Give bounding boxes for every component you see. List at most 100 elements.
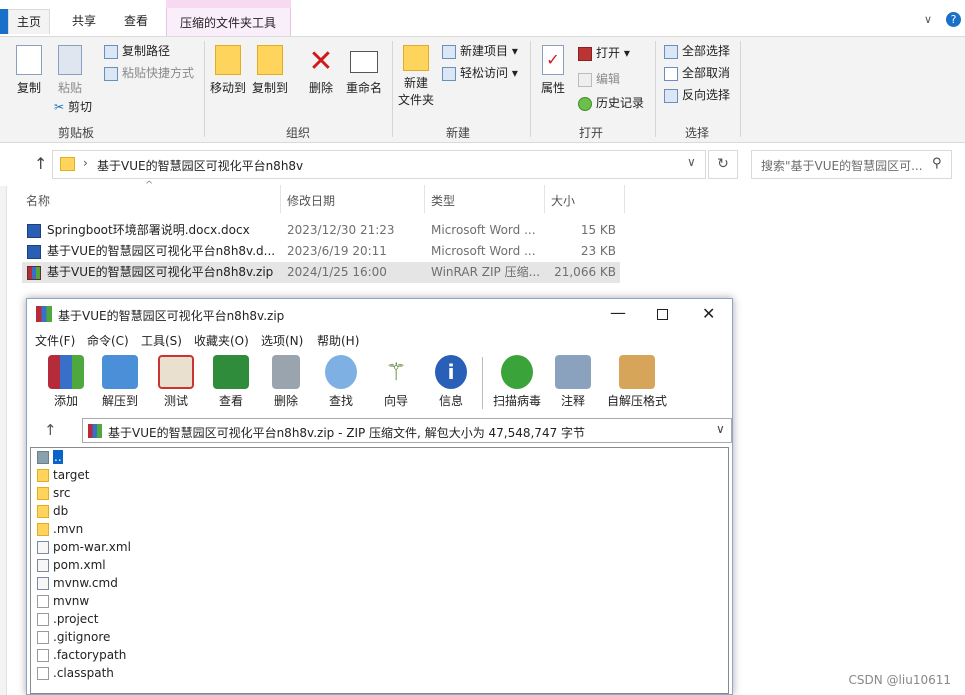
add-button[interactable]: 添加 — [41, 355, 91, 409]
list-item[interactable]: db — [37, 502, 68, 520]
copy-icon — [16, 45, 42, 75]
cut-button[interactable]: ✂ 剪切 — [54, 97, 92, 117]
easy-access-button[interactable]: 轻松访问 ▾ — [442, 63, 518, 83]
menu-help[interactable]: 帮助(H) — [317, 332, 359, 349]
folder-icon — [60, 157, 75, 171]
rar-path-dropdown-icon[interactable]: ∨ — [716, 422, 725, 436]
list-item[interactable]: target — [37, 466, 90, 484]
column-divider[interactable] — [280, 185, 281, 213]
rar-up-icon[interactable]: ↑ — [44, 421, 57, 439]
move-to-button[interactable]: 移动到 — [208, 45, 248, 96]
tab-share[interactable]: 共享 — [64, 9, 104, 34]
column-modified[interactable]: 修改日期 — [287, 192, 335, 209]
column-divider[interactable] — [544, 185, 545, 213]
open-group-label: 打开 — [579, 126, 604, 140]
magnifier-icon — [325, 355, 357, 389]
navigation-pane[interactable] — [0, 186, 7, 695]
winrar-title-bar: 基于VUE的智慧园区可视化平台n8h8v.zip — ✕ — [27, 299, 732, 329]
copy-to-icon — [257, 45, 283, 75]
paste-shortcut-button[interactable]: 粘贴快捷方式 — [104, 63, 194, 83]
list-item[interactable]: .classpath — [37, 664, 114, 682]
list-item[interactable]: src — [37, 484, 71, 502]
test-clipboard-icon — [158, 355, 194, 389]
history-button[interactable]: 历史记录 — [578, 93, 644, 113]
list-item[interactable]: .. — [37, 448, 63, 466]
maximize-button[interactable] — [657, 309, 668, 320]
extract-to-button[interactable]: 解压到 — [95, 355, 145, 409]
scissors-icon: ✂ — [54, 100, 65, 114]
find-button[interactable]: 查找 — [316, 355, 366, 409]
view-button[interactable]: 查看 — [206, 355, 256, 409]
wizard-button[interactable]: ⚚ 向导 — [371, 355, 421, 409]
copy-path-button[interactable]: 复制路径 — [104, 41, 170, 61]
tab-view[interactable]: 查看 — [116, 9, 156, 34]
select-none-button[interactable]: 全部取消 — [664, 63, 730, 83]
invert-selection-button[interactable]: 反向选择 — [664, 85, 730, 105]
invert-selection-icon — [664, 88, 678, 103]
rar-file-list[interactable]: .. target src db .mvn pom-war.xml pom.xm… — [30, 447, 729, 694]
paste-button[interactable]: 粘贴 — [52, 45, 88, 96]
address-dropdown-icon[interactable]: ∨ — [687, 155, 696, 169]
test-button[interactable]: 测试 — [151, 355, 201, 409]
file-tab-edge[interactable] — [0, 9, 8, 34]
trash-icon — [272, 355, 300, 389]
info-button[interactable]: i 信息 — [426, 355, 476, 409]
tab-compressed-folder-tools[interactable]: 压缩的文件夹工具 — [166, 8, 291, 36]
list-item[interactable]: pom-war.xml — [37, 538, 131, 556]
list-item[interactable]: .project — [37, 610, 98, 628]
new-group-label: 新建 — [446, 126, 471, 140]
copy-to-button[interactable]: 复制到 — [250, 45, 290, 96]
delete-button-rar[interactable]: 删除 — [261, 355, 311, 409]
menu-options[interactable]: 选项(N) — [261, 332, 303, 349]
tab-home[interactable]: 主页 — [8, 9, 51, 34]
file-row[interactable]: Springboot环境部署说明.docx.docx 2023/12/30 21… — [22, 220, 620, 241]
column-divider[interactable] — [424, 185, 425, 213]
edit-button[interactable]: 编辑 — [578, 69, 620, 89]
column-divider[interactable] — [624, 185, 625, 213]
column-name[interactable]: 名称 — [26, 192, 50, 209]
folder-icon — [37, 523, 49, 536]
close-button[interactable]: ✕ — [702, 304, 715, 323]
file-icon — [37, 595, 49, 608]
menu-commands[interactable]: 命令(C) — [87, 332, 129, 349]
sfx-button[interactable]: 自解压格式 — [601, 355, 673, 409]
search-icon[interactable]: ⚲ — [932, 156, 942, 171]
xml-file-icon — [37, 541, 49, 554]
list-item[interactable]: .mvn — [37, 520, 83, 538]
properties-button[interactable]: ✓ 属性 — [536, 45, 570, 96]
rename-button[interactable]: 重命名 — [344, 45, 384, 96]
ribbon-collapse-icon[interactable]: ∨ — [924, 13, 932, 26]
menu-file[interactable]: 文件(F) — [35, 332, 75, 349]
list-item[interactable]: .gitignore — [37, 628, 110, 646]
select-all-button[interactable]: 全部选择 — [664, 41, 730, 61]
edit-icon — [578, 72, 592, 87]
minimize-button[interactable]: — — [610, 303, 626, 322]
refresh-button[interactable]: ↻ — [708, 150, 738, 179]
menu-favorites[interactable]: 收藏夹(O) — [194, 332, 249, 349]
file-row-selected[interactable]: 基于VUE的智慧园区可视化平台n8h8v.zip 2024/1/25 16:00… — [22, 262, 620, 283]
help-icon[interactable]: ? — [946, 12, 961, 27]
up-arrow-icon[interactable]: ↑ — [34, 154, 47, 173]
new-item-button[interactable]: 新建项目 ▾ — [442, 41, 518, 61]
ribbon-divider — [204, 41, 205, 137]
column-type[interactable]: 类型 — [431, 192, 455, 209]
address-bar[interactable]: › 基于VUE的智慧园区可视化平台n8h8v ∨ — [52, 150, 706, 179]
list-item[interactable]: pom.xml — [37, 556, 106, 574]
new-folder-button[interactable]: 新建 文件夹 — [396, 45, 436, 109]
delete-button[interactable]: ✕ 删除 — [304, 45, 338, 96]
file-row[interactable]: 基于VUE的智慧园区可视化平台n8h8v.d... 2023/6/19 20:1… — [22, 241, 620, 262]
search-input[interactable]: 搜索"基于VUE的智慧园区可... ⚲ — [751, 150, 952, 179]
column-size[interactable]: 大小 — [551, 192, 575, 209]
list-item[interactable]: mvnw.cmd — [37, 574, 118, 592]
comment-button[interactable]: 注释 — [548, 355, 598, 409]
open-button[interactable]: 打开 ▾ — [578, 43, 630, 63]
history-icon — [578, 96, 592, 111]
copy-button[interactable]: 复制 — [12, 45, 46, 96]
folder-icon — [37, 505, 49, 518]
list-item[interactable]: mvnw — [37, 592, 89, 610]
virus-scan-button[interactable]: 扫描病毒 — [489, 355, 545, 409]
menu-tools[interactable]: 工具(S) — [141, 332, 182, 349]
list-item[interactable]: .factorypath — [37, 646, 126, 664]
winrar-title: 基于VUE的智慧园区可视化平台n8h8v.zip — [58, 309, 285, 323]
rar-path-bar[interactable]: 基于VUE的智慧园区可视化平台n8h8v.zip - ZIP 压缩文件, 解包大… — [82, 418, 732, 443]
